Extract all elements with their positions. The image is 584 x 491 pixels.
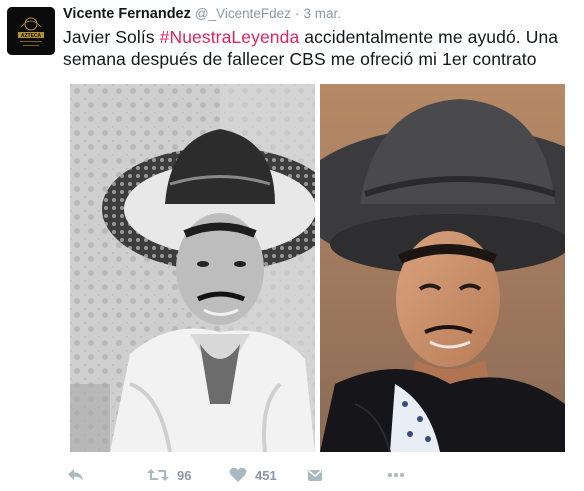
tweet-header: Vicente Fernandez @_VicenteFdez · 3 mar. [63,4,341,24]
avatar[interactable]: AZTECA [7,7,55,55]
author-handle[interactable]: @_VicenteFdez [195,6,291,21]
more-icon [388,473,404,477]
action-bar: 96 451 [63,467,563,491]
reply-icon [68,469,83,481]
more-button[interactable] [386,467,406,483]
direct-message-icon [308,470,322,481]
hashtag-link[interactable]: #NuestraLeyenda [160,27,300,47]
retweet-count: 96 [177,467,192,483]
heart-icon [229,467,247,482]
separator-dot: · [294,6,300,21]
retweet-icon [147,469,169,481]
like-button[interactable]: 451 [229,467,277,483]
tweet-text: Javier Solís #NuestraLeyenda accidentalm… [63,26,573,70]
photo-left[interactable] [70,84,315,452]
direct-message-button[interactable] [307,467,323,483]
author-name[interactable]: Vicente Fernandez [63,6,191,22]
timestamp[interactable]: 3 mar. [303,6,341,21]
reply-button[interactable] [67,467,85,483]
tweet-text-before: Javier Solís [63,27,160,47]
media-grid [70,84,565,452]
retweet-button[interactable]: 96 [147,467,191,483]
tweet: AZTECA Vicente Fernandez @_VicenteFdez ·… [0,0,584,489]
avatar-text: AZTECA [21,33,42,39]
photo-right[interactable] [320,84,565,452]
like-count: 451 [255,467,277,483]
